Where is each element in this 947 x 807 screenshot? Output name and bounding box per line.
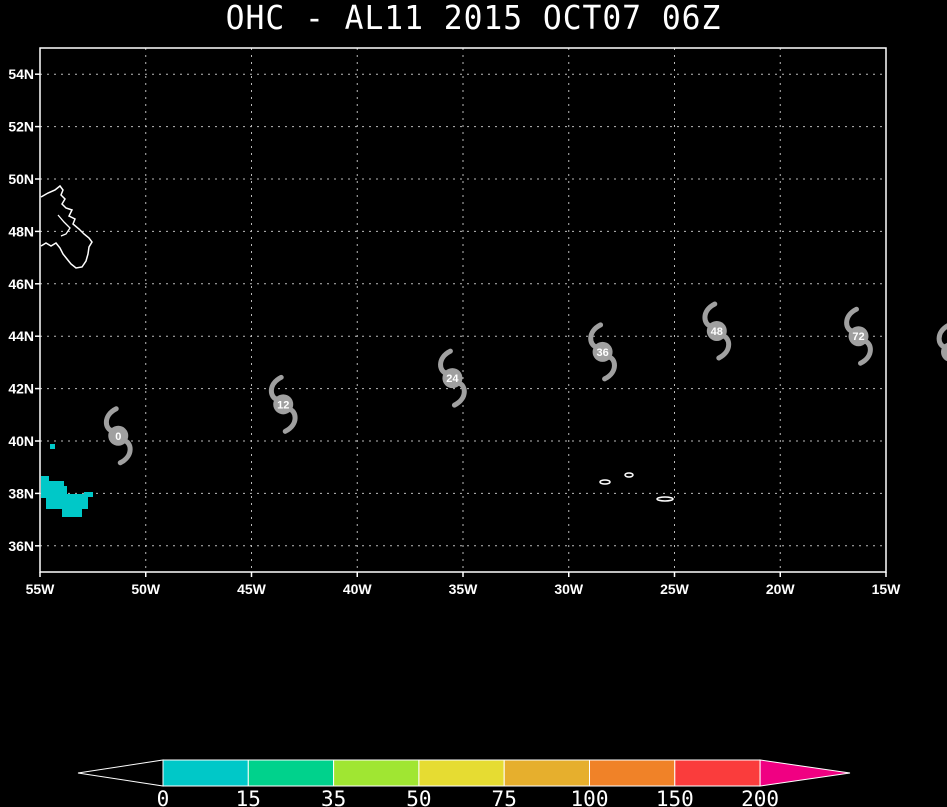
forecast-hour-label: 72 [852,331,864,343]
latitude-axis: 54N 52N 50N 48N 46N 44N 42N 40N 38N 36N [8,66,40,554]
ohc-field [41,444,93,517]
colorbar-label: 15 [236,787,261,807]
colorbar-label: 35 [321,787,346,807]
lon-tick-label: 50W [131,581,161,597]
lat-tick-label: 44N [8,328,34,344]
lon-tick-label: 45W [237,581,267,597]
ohc-cell [62,509,82,517]
colorbar-label: 100 [571,787,609,807]
forecast-hour-label: 12 [277,399,289,411]
forecast-hour-label: 48 [711,326,723,338]
hurricane-symbol-icon: 12 [268,374,298,434]
hurricane-symbol-icon: 36 [588,322,617,382]
lat-tick-label: 50N [8,171,34,187]
lon-tick-label: 55W [26,581,56,597]
lat-tick-label: 54N [8,66,34,82]
colorbar-label: 0 [157,787,170,807]
lat-tick-label: 42N [8,381,34,397]
newfoundland-coastline [40,184,93,269]
colorbar-segment [589,759,676,787]
forecast-hour-label: 24 [446,373,459,385]
ohc-colorbar: 0 15 35 50 75 100 150 200 [77,759,851,807]
hurricane-symbol-icon: 72 [844,306,873,366]
ohc-cell [46,498,88,509]
colorbar-label: 50 [406,787,431,807]
storm-track: 0 12 24 36 48 72 [103,301,947,466]
lon-tick-label: 20W [766,581,796,597]
colorbar-label: 200 [741,787,779,807]
lat-tick-label: 36N [8,538,34,554]
colorbar-label: 75 [492,787,517,807]
hurricane-symbol-icon: 24 [438,348,467,408]
azores-island-terceira [624,472,634,478]
hurricane-symbol-icon: 0 [103,406,133,466]
lon-tick-label: 25W [660,581,690,597]
lat-tick-label: 52N [8,119,34,135]
ohc-cell [84,492,93,497]
ohc-map: 55W 50W 45W 40W 35W 30W 25W 20W 15W 54N 52N 50N 48N… [8,47,947,807]
lon-tick-label: 35W [449,581,479,597]
lat-tick-label: 46N [8,276,34,292]
newfoundland-inlet [57,214,71,237]
colorbar-low-triangle [77,759,164,787]
colorbar-segment [674,759,761,787]
lon-tick-label: 40W [343,581,373,597]
hurricane-symbol-icon [936,323,947,362]
azores-island-sao-miguel [656,496,674,502]
lat-tick-label: 38N [8,485,34,501]
hurricane-symbol-icon: 48 [702,301,732,361]
colorbar-label: 150 [656,787,694,807]
map-grid [40,48,886,572]
colorbar-segment [162,759,249,787]
forecast-hour-label: 36 [596,347,608,359]
colorbar-segment [503,759,591,787]
lon-tick-label: 15W [872,581,902,597]
offscreen-storm-group [936,323,947,362]
ohc-cell [48,481,64,487]
lon-tick-label: 30W [554,581,584,597]
longitude-axis: 55W 50W 45W 40W 35W 30W 25W 20W 15W [26,572,902,597]
colorbar-high-triangle [759,759,851,787]
lat-tick-label: 40N [8,433,34,449]
ohc-cell [41,476,49,486]
ohc-cell [41,486,67,498]
colorbar-segment [418,759,505,787]
ohc-cell [50,444,55,449]
azores-island-flores [599,479,611,485]
colorbar-segment [247,759,335,787]
lat-tick-label: 48N [8,223,34,239]
colorbar-segment [333,759,420,787]
forecast-hour-label: 0 [115,431,121,443]
